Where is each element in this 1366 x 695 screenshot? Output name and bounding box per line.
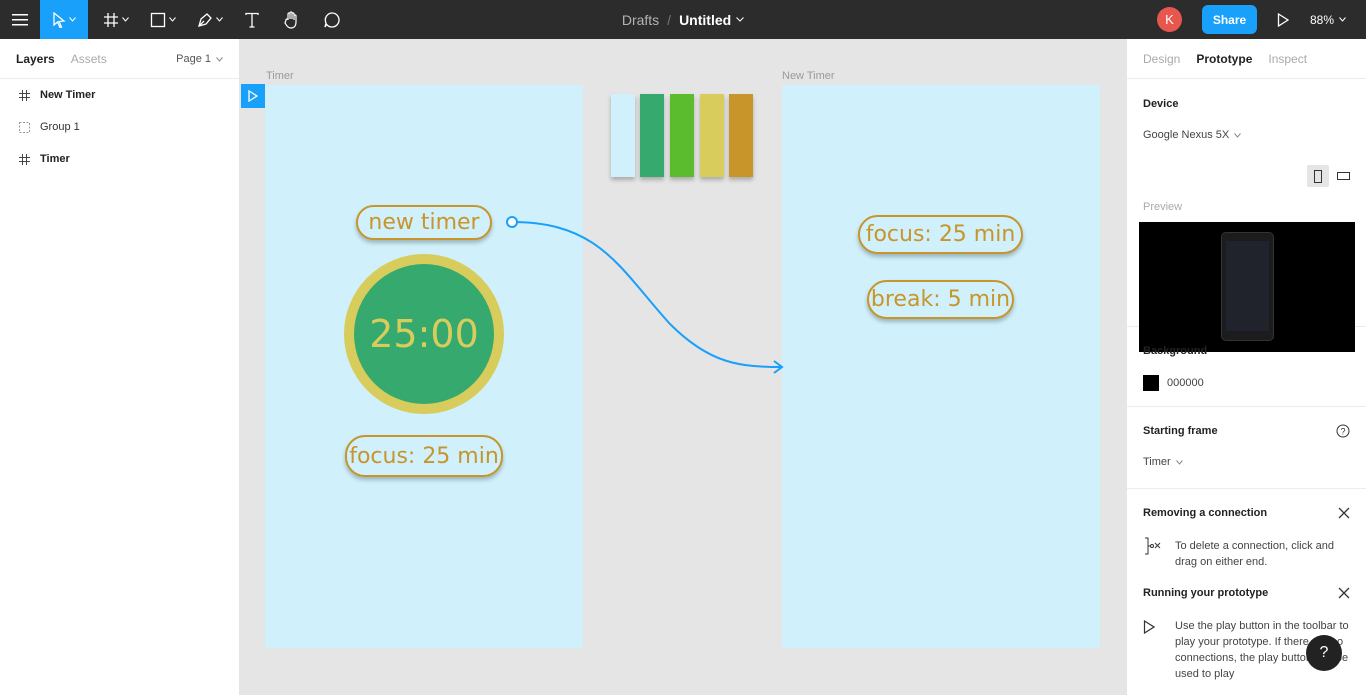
device-heading: Device [1143, 98, 1179, 110]
disconnect-icon [1145, 537, 1161, 555]
frame-tool-icon [104, 12, 118, 27]
tab-layers[interactable]: Layers [16, 52, 55, 66]
background-section: Background 000000 [1127, 327, 1366, 407]
pen-tool-button[interactable] [190, 0, 230, 39]
chevron-down-icon [169, 17, 176, 22]
chevron-down-icon [1234, 132, 1242, 138]
share-button[interactable]: Share [1202, 5, 1257, 34]
play-icon [1143, 620, 1155, 634]
chevron-down-icon [122, 17, 129, 22]
starting-frame-select[interactable]: Timer [1143, 456, 1183, 468]
file-name[interactable]: Untitled [679, 12, 731, 28]
breadcrumb-folder[interactable]: Drafts [622, 12, 659, 28]
tab-inspect[interactable]: Inspect [1268, 52, 1307, 66]
group-icon [18, 121, 30, 133]
color-swatch[interactable] [1143, 375, 1159, 391]
chevron-down-icon[interactable] [736, 17, 745, 22]
help-icon[interactable]: ? [1336, 424, 1350, 438]
frame-tool-button[interactable] [96, 0, 136, 39]
landscape-icon [1336, 172, 1350, 180]
frame-icon [18, 89, 30, 101]
move-tool-icon [53, 11, 66, 28]
frame-icon [18, 153, 30, 165]
right-panel-tabs: Design Prototype Inspect [1127, 39, 1366, 79]
zoom-menu[interactable]: 88% [1310, 0, 1346, 39]
toolbar: Drafts / Untitled K Share 88% [0, 0, 1366, 39]
portrait-icon [1314, 169, 1322, 183]
page-selector[interactable]: Page 1 [176, 39, 223, 79]
tab-prototype[interactable]: Prototype [1196, 52, 1252, 66]
prototype-connection[interactable] [240, 39, 1126, 695]
layer-name: Group 1 [40, 121, 80, 133]
layer-item[interactable]: Group 1 [0, 111, 239, 143]
starting-frame-name: Timer [1143, 456, 1171, 468]
text-tool-icon [245, 12, 259, 28]
menu-button[interactable] [0, 0, 40, 39]
text-tool-button[interactable] [238, 0, 266, 39]
shape-tool-icon [150, 12, 166, 27]
breadcrumb-separator: / [667, 11, 672, 28]
layer-name: Timer [40, 153, 70, 165]
close-icon[interactable] [1338, 507, 1350, 519]
preview-label: Preview [1143, 201, 1183, 213]
chevron-down-icon [216, 17, 223, 22]
layer-name: New Timer [40, 89, 96, 101]
chevron-down-icon [216, 56, 223, 62]
close-icon[interactable] [1338, 587, 1350, 599]
portrait-toggle[interactable] [1307, 165, 1329, 187]
starting-frame-section: Starting frame ? Timer [1127, 407, 1366, 489]
tip-text: To delete a connection, click and drag o… [1175, 540, 1334, 568]
background-heading: Background [1143, 345, 1208, 357]
pen-tool-icon [198, 12, 212, 27]
comment-tool-icon [324, 11, 340, 28]
layers-panel: Layers Assets Page 1 New Timer Group 1 T… [0, 39, 240, 695]
left-panel-tabs: Layers Assets Page 1 [0, 39, 239, 79]
help-button[interactable]: ? [1306, 635, 1342, 671]
properties-panel: Design Prototype Inspect Device Google N… [1126, 39, 1366, 695]
avatar[interactable]: K [1157, 7, 1182, 32]
device-section: Device Google Nexus 5X Preview [1127, 79, 1366, 352]
chevron-down-icon [1339, 17, 1346, 22]
comment-tool-button[interactable] [318, 0, 346, 39]
tip-title: Running your prototype [1143, 587, 1269, 599]
zoom-level: 88% [1310, 12, 1335, 27]
background-color-field[interactable]: 000000 [1143, 375, 1204, 391]
shape-tool-button[interactable] [143, 0, 183, 39]
tip-removing-connection: Removing a connection To delete a connec… [1127, 489, 1366, 585]
canvas[interactable]: Timer new timer 25:00 focus: 25 min New … [240, 39, 1126, 695]
play-icon [1277, 12, 1289, 27]
menu-icon [12, 13, 28, 25]
move-tool-button[interactable] [40, 0, 88, 39]
chevron-down-icon [1175, 459, 1183, 465]
device-select[interactable]: Google Nexus 5X [1143, 129, 1242, 141]
device-name: Google Nexus 5X [1143, 129, 1230, 141]
background-hex[interactable]: 000000 [1167, 377, 1204, 389]
tab-design[interactable]: Design [1143, 52, 1180, 66]
starting-frame-heading: Starting frame [1143, 425, 1218, 437]
landscape-toggle[interactable] [1332, 165, 1354, 187]
chevron-down-icon [69, 17, 76, 22]
layer-item[interactable]: Timer [0, 143, 239, 175]
svg-text:?: ? [1340, 427, 1345, 437]
hand-tool-button[interactable] [278, 0, 306, 39]
hand-tool-icon [284, 10, 297, 29]
page-name: Page 1 [176, 53, 211, 65]
tab-assets[interactable]: Assets [71, 52, 107, 66]
present-button[interactable] [1272, 0, 1294, 39]
layer-item[interactable]: New Timer [0, 79, 239, 111]
phone-mockup [1221, 232, 1274, 341]
tip-title: Removing a connection [1143, 507, 1268, 519]
